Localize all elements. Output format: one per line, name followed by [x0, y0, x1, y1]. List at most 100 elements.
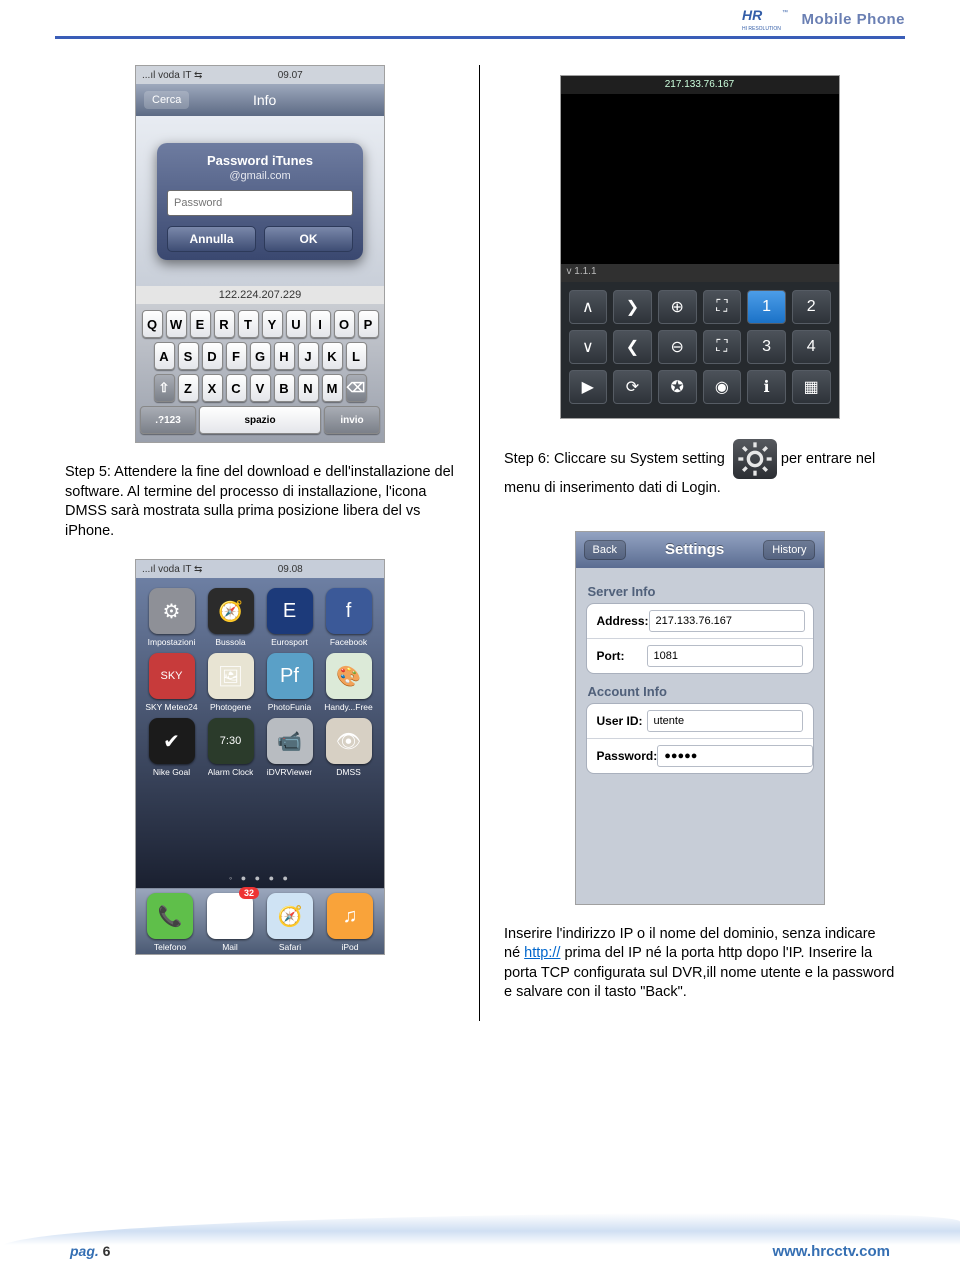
- app-iDVRViewer[interactable]: 📹iDVRViewer: [263, 718, 317, 777]
- app-Eurosport[interactable]: EEurosport: [263, 588, 317, 647]
- app-Bussola[interactable]: 🧭Bussola: [204, 588, 258, 647]
- ctrl-r3-2[interactable]: ✪: [658, 370, 697, 404]
- ctrl-r2-5[interactable]: 4: [792, 330, 831, 364]
- key-R[interactable]: R: [214, 310, 235, 338]
- key-M[interactable]: M: [322, 374, 343, 402]
- history-button[interactable]: History: [763, 540, 815, 560]
- site-url: www.hrcctv.com: [772, 1243, 890, 1260]
- key-Y[interactable]: Y: [262, 310, 283, 338]
- key-J[interactable]: J: [298, 342, 319, 370]
- ctrl-r3-1[interactable]: ⟳: [613, 370, 652, 404]
- key-I[interactable]: I: [310, 310, 331, 338]
- badge: 32: [239, 887, 259, 899]
- instructions-paragraph: Inserire l'indirizzo IP o il nome del do…: [504, 925, 895, 1003]
- ctrl-r2-2[interactable]: ⊖: [658, 330, 697, 364]
- app-Alarm Clock[interactable]: 7:30Alarm Clock: [204, 718, 258, 777]
- app-Handy...Free[interactable]: 🎨Handy...Free: [322, 653, 376, 712]
- screenshot-dmss-live: 217.133.76.167 v 1.1.1 ∧❯⊕⛶12 ∨❮⊖⛶34 ▶⟳✪…: [560, 75, 840, 419]
- key-E[interactable]: E: [190, 310, 211, 338]
- ctrl-r3-4[interactable]: ℹ: [747, 370, 786, 404]
- key-Q[interactable]: Q: [142, 310, 163, 338]
- userid-input[interactable]: [647, 710, 803, 732]
- key-U[interactable]: U: [286, 310, 307, 338]
- page-number: pag. 6: [70, 1243, 110, 1259]
- ctrl-r1-1[interactable]: ❯: [613, 290, 652, 324]
- dock-iPod[interactable]: ♫iPod: [323, 893, 377, 952]
- address-input[interactable]: [649, 610, 805, 632]
- ctrl-r3-3[interactable]: ◉: [703, 370, 742, 404]
- ctrl-r2-1[interactable]: ❮: [613, 330, 652, 364]
- key-H[interactable]: H: [274, 342, 295, 370]
- dock-Safari[interactable]: 🧭Safari: [263, 893, 317, 952]
- ctrl-r1-3[interactable]: ⛶: [703, 290, 742, 324]
- app-label: SKY Meteo24: [145, 702, 197, 712]
- status-bar: ...ıl voda IT ⇆ 09.07: [136, 66, 384, 84]
- ip-strip: 122.224.207.229: [136, 286, 384, 304]
- app-Nike Goal[interactable]: ✔Nike Goal: [145, 718, 199, 777]
- app-label: Handy...Free: [324, 702, 373, 712]
- clock: 09.08: [278, 564, 303, 575]
- key-G[interactable]: G: [250, 342, 271, 370]
- key-B[interactable]: B: [274, 374, 295, 402]
- key-⌫[interactable]: ⌫: [346, 374, 367, 402]
- key-K[interactable]: K: [322, 342, 343, 370]
- app-SKY Meteo24[interactable]: SKYSKY Meteo24: [145, 653, 199, 712]
- ctrl-r1-2[interactable]: ⊕: [658, 290, 697, 324]
- ctrl-r1-4[interactable]: 1: [747, 290, 786, 324]
- key-N[interactable]: N: [298, 374, 319, 402]
- ctrl-r2-3[interactable]: ⛶: [703, 330, 742, 364]
- app-label: Alarm Clock: [208, 767, 254, 777]
- app-label: Impostazioni: [148, 637, 196, 647]
- key-⇧[interactable]: ⇧: [154, 374, 175, 402]
- http-link[interactable]: http://: [524, 945, 560, 961]
- back-button[interactable]: Back: [584, 540, 626, 560]
- ctrl-r3-0[interactable]: ▶: [569, 370, 608, 404]
- key-S[interactable]: S: [178, 342, 199, 370]
- version-bar: v 1.1.1: [561, 264, 839, 282]
- password-input[interactable]: [167, 190, 353, 216]
- key-V[interactable]: V: [250, 374, 271, 402]
- ctrl-r2-0[interactable]: ∨: [569, 330, 608, 364]
- app-DMSS[interactable]: 👁DMSS: [322, 718, 376, 777]
- key-W[interactable]: W: [166, 310, 187, 338]
- port-input[interactable]: [647, 645, 803, 667]
- key-X[interactable]: X: [202, 374, 223, 402]
- password-input[interactable]: [657, 745, 813, 767]
- carrier: ...ıl voda IT ⇆: [142, 564, 202, 575]
- app-PhotoFunia[interactable]: PfPhotoFunia: [263, 653, 317, 712]
- carrier: ...ıl voda IT ⇆: [142, 70, 202, 81]
- keyboard: QWERTYUIOP ASDFGHJKL ⇧ZXCVBNM⌫ .?123 spa…: [136, 304, 384, 442]
- key-F[interactable]: F: [226, 342, 247, 370]
- ctrl-r1-0[interactable]: ∧: [569, 290, 608, 324]
- app-Photogene[interactable]: 🖼Photogene: [204, 653, 258, 712]
- nav-bar: Back Settings History: [576, 532, 824, 568]
- key-Z[interactable]: Z: [178, 374, 199, 402]
- svg-text:HR: HR: [742, 7, 763, 23]
- app-label: iDVRViewer: [267, 767, 313, 777]
- ctrl-r3-5[interactable]: ▦: [792, 370, 831, 404]
- key-space[interactable]: spazio: [199, 406, 321, 434]
- key-return[interactable]: invio: [324, 406, 380, 434]
- key-P[interactable]: P: [358, 310, 379, 338]
- ctrl-r2-4[interactable]: 3: [747, 330, 786, 364]
- key-C[interactable]: C: [226, 374, 247, 402]
- key-D[interactable]: D: [202, 342, 223, 370]
- password-label: Password:: [597, 749, 658, 763]
- video-area: [561, 94, 839, 264]
- step5-text: Step 5: Attendere la fine del download e…: [65, 463, 455, 541]
- key-numeric[interactable]: .?123: [140, 406, 196, 434]
- key-L[interactable]: L: [346, 342, 367, 370]
- app-Facebook[interactable]: fFacebook: [322, 588, 376, 647]
- clock: 09.07: [278, 70, 303, 81]
- header-divider: [55, 36, 905, 39]
- cancel-button[interactable]: Annulla: [167, 226, 256, 252]
- key-A[interactable]: A: [154, 342, 175, 370]
- ctrl-r1-5[interactable]: 2: [792, 290, 831, 324]
- dock-Telefono[interactable]: 📞Telefono: [143, 893, 197, 952]
- key-T[interactable]: T: [238, 310, 259, 338]
- nav-back-button[interactable]: Cerca: [144, 91, 189, 109]
- app-Impostazioni[interactable]: ⚙Impostazioni: [145, 588, 199, 647]
- dock-Mail[interactable]: ✉32Mail: [203, 893, 257, 952]
- key-O[interactable]: O: [334, 310, 355, 338]
- ok-button[interactable]: OK: [264, 226, 353, 252]
